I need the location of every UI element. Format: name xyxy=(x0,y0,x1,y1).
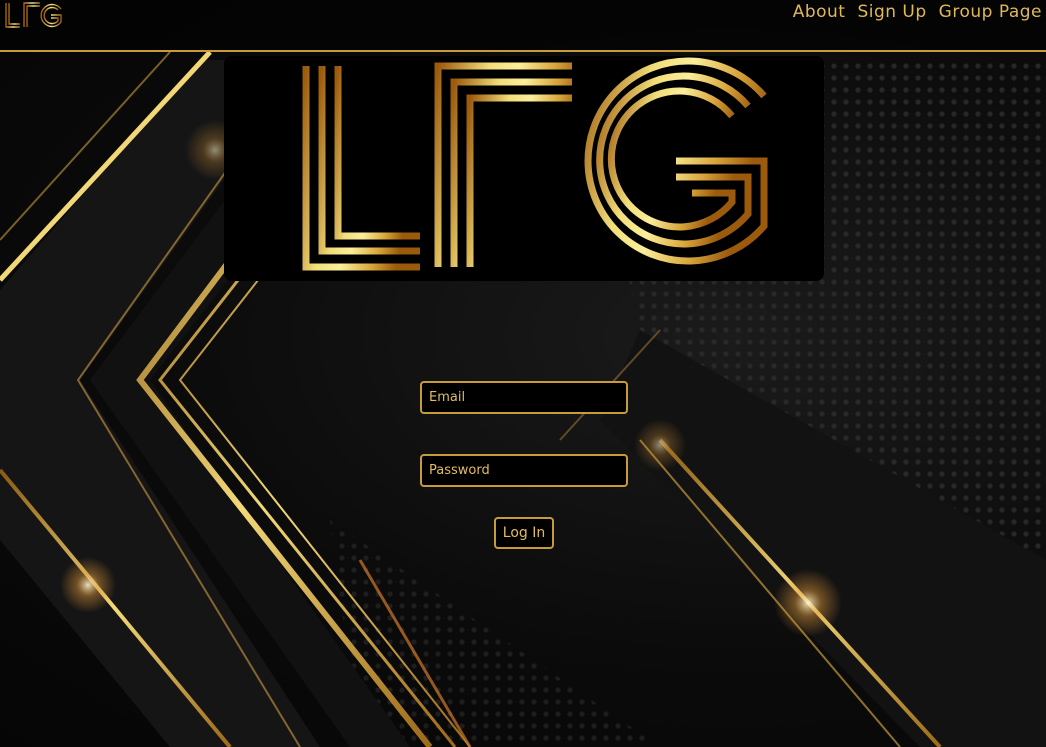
nav-link-group-page[interactable]: Group Page xyxy=(939,1,1042,23)
hero-logo-image xyxy=(302,57,768,271)
nav-link-about[interactable]: About xyxy=(793,1,846,23)
nav-link-sign-up[interactable]: Sign Up xyxy=(857,1,926,23)
page: About Sign Up Group Page Email Log In xyxy=(0,0,1046,747)
nav-links: About Sign Up Group Page xyxy=(793,1,1042,23)
navbar: About Sign Up Group Page xyxy=(0,0,1046,52)
password-field[interactable] xyxy=(420,454,628,487)
log-in-button[interactable]: Log In xyxy=(494,517,554,549)
hero-logo-panel xyxy=(224,56,824,281)
email-field[interactable] xyxy=(420,381,628,414)
nav-logo-icon[interactable] xyxy=(3,0,65,32)
